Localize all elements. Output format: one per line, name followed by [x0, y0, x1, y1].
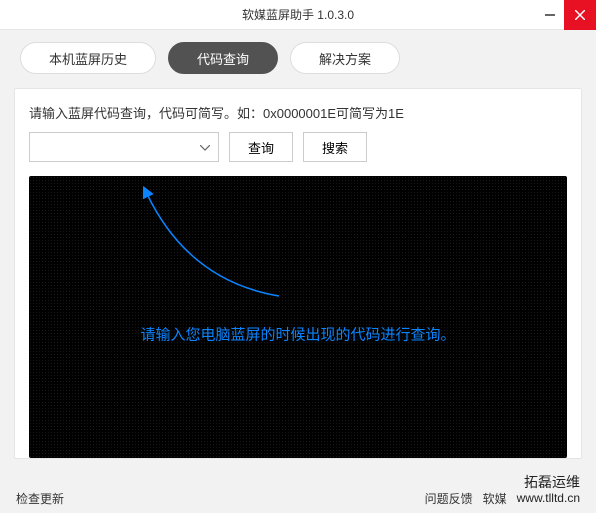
result-area: 请输入您电脑蓝屏的时候出现的代码进行查询。 [29, 176, 567, 458]
tab-solution[interactable]: 解决方案 [290, 42, 400, 74]
minimize-icon [545, 10, 555, 20]
result-message: 请输入您电脑蓝屏的时候出现的代码进行查询。 [140, 323, 455, 344]
titlebar: 软媒蓝屏助手 1.0.3.0 [0, 0, 596, 30]
tab-history[interactable]: 本机蓝屏历史 [20, 42, 156, 74]
input-hint: 请输入蓝屏代码查询，代码可简写。如：0x0000001E可简写为1E [29, 103, 567, 122]
watermark-url: www.tlltd.cn [517, 491, 580, 507]
window-controls [536, 0, 596, 30]
softname-label: 软媒 [483, 490, 507, 507]
query-panel: 请输入蓝屏代码查询，代码可简写。如：0x0000001E可简写为1E 查询 搜索… [14, 88, 582, 459]
pointer-arrow-icon [129, 176, 319, 326]
code-combobox[interactable] [29, 132, 219, 162]
check-update-link[interactable]: 检查更新 [16, 490, 64, 507]
search-button[interactable]: 搜索 [303, 132, 367, 162]
footer: 检查更新 问题反馈 软媒 拓磊运维 www.tlltd.cn [0, 473, 596, 507]
close-icon [575, 10, 585, 20]
watermark-title: 拓磊运维 [517, 473, 580, 491]
minimize-button[interactable] [536, 0, 564, 30]
close-button[interactable] [564, 0, 596, 30]
window-title: 软媒蓝屏助手 1.0.3.0 [242, 6, 354, 23]
tab-bar: 本机蓝屏历史 代码查询 解决方案 [0, 30, 596, 88]
chevron-down-icon [200, 138, 210, 156]
watermark: 拓磊运维 www.tlltd.cn [517, 473, 580, 507]
controls-row: 查询 搜索 [29, 132, 567, 162]
feedback-link[interactable]: 问题反馈 [425, 490, 473, 507]
tab-code-query[interactable]: 代码查询 [168, 42, 278, 74]
query-button[interactable]: 查询 [229, 132, 293, 162]
